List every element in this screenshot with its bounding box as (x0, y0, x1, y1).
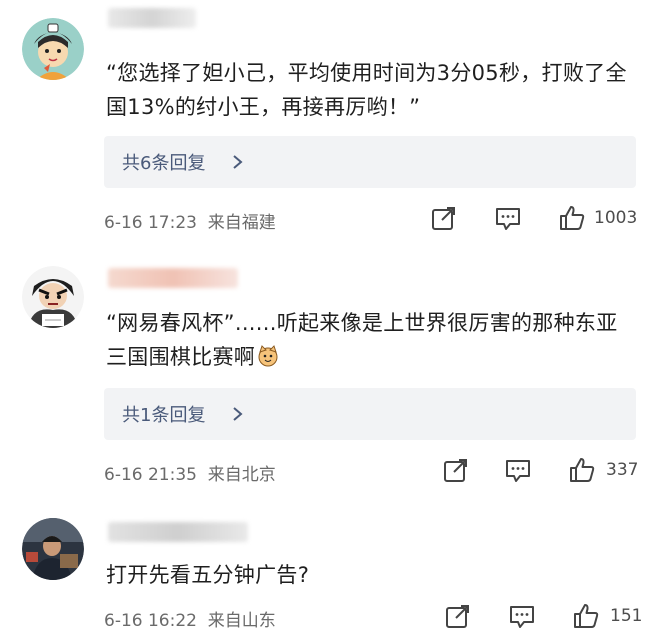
username-blurred[interactable] (108, 8, 196, 28)
comment-text: 打开先看五分钟广告? (106, 563, 310, 587)
comment-location: 来自山东 (207, 611, 276, 631)
share-icon[interactable] (444, 602, 472, 630)
chevron-right-icon (233, 407, 243, 421)
comment-location: 来自北京 (207, 465, 276, 485)
comment-text: “您选择了妲小己，平均使用时间为3分05秒，打败了全国13%的纣小王，再接再厉哟… (106, 61, 627, 119)
thumbs-up-icon[interactable] (558, 204, 586, 232)
cartoon-avatar-icon (22, 18, 84, 80)
avatar[interactable] (22, 266, 84, 328)
username-blurred[interactable] (108, 522, 248, 542)
comment-time: 6-16 16:22 (104, 611, 197, 631)
share-icon[interactable] (430, 204, 458, 232)
comment-meta: 6-16 16:22 来自山东 151 (104, 602, 643, 632)
avatar[interactable] (22, 518, 84, 580)
avatar[interactable] (22, 18, 84, 80)
thumbs-up-icon[interactable] (568, 456, 596, 484)
photo-avatar-icon (22, 518, 84, 580)
cat-face-emoji (258, 345, 278, 367)
view-replies-button[interactable]: 共1条回复 (104, 388, 636, 440)
reply-count-label: 共6条回复 (122, 153, 206, 174)
comment-icon[interactable] (494, 204, 522, 232)
reply-count-label: 共1条回复 (122, 405, 206, 426)
comment-text: “网易春风杯”......听起来像是上世界很厉害的那种东亚三国围棋比赛啊 (106, 306, 636, 374)
thumbs-up-icon[interactable] (572, 602, 600, 630)
like-count: 337 (606, 460, 639, 480)
comment-body: “网易春风杯”......听起来像是上世界很厉害的那种东亚三国围棋比赛啊 (106, 311, 618, 369)
share-icon[interactable] (442, 456, 470, 484)
comment-meta: 6-16 17:23 来自福建 1003 (104, 204, 640, 234)
cartoon-avatar-icon (22, 266, 84, 328)
username-blurred[interactable] (108, 268, 238, 288)
comment-time: 6-16 21:35 (104, 465, 197, 485)
comment-icon[interactable] (504, 456, 532, 484)
like-count: 151 (610, 606, 643, 626)
chevron-right-icon (233, 155, 243, 169)
comment-time: 6-16 17:23 (104, 213, 197, 233)
comment-meta: 6-16 21:35 来自北京 337 (104, 456, 640, 486)
view-replies-button[interactable]: 共6条回复 (104, 136, 636, 188)
comment-icon[interactable] (508, 602, 536, 630)
like-count: 1003 (594, 208, 638, 228)
comment-location: 来自福建 (207, 213, 276, 233)
